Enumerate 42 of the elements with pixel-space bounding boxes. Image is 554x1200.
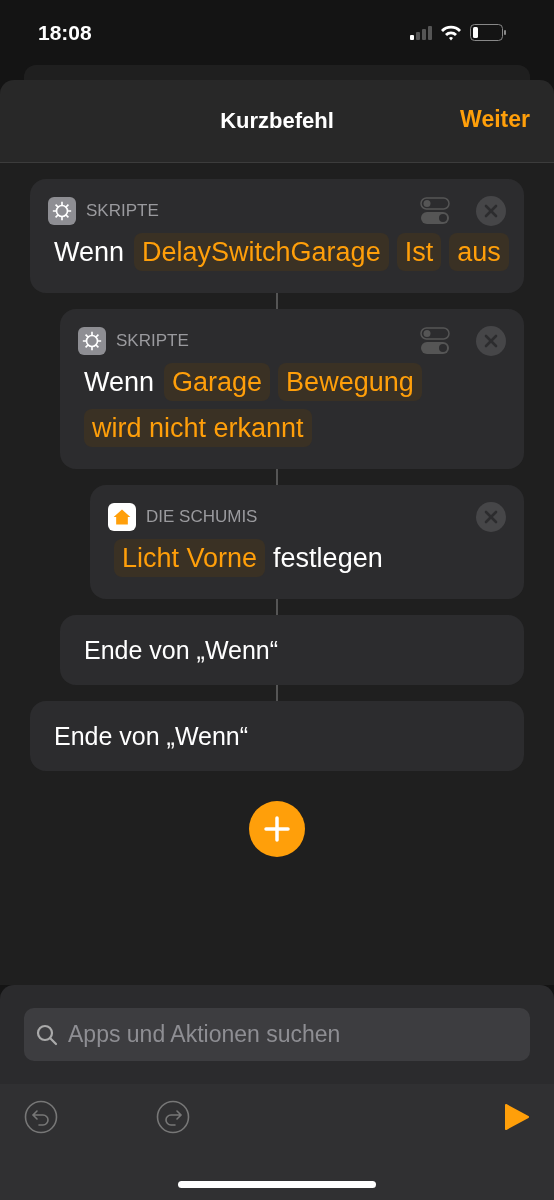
parameter-token[interactable]: Licht Vorne bbox=[114, 539, 266, 577]
redo-button[interactable] bbox=[156, 1100, 190, 1134]
close-button[interactable] bbox=[476, 502, 506, 532]
gear-icon bbox=[78, 327, 106, 355]
status-time: 18:08 bbox=[38, 20, 92, 45]
end-label: Ende von „Wenn“ bbox=[84, 635, 279, 665]
toggle-icon[interactable] bbox=[420, 326, 450, 356]
search-icon bbox=[35, 1023, 59, 1047]
house-icon bbox=[108, 503, 136, 531]
toggle-icon[interactable] bbox=[420, 196, 450, 226]
action-text: Wenn bbox=[54, 236, 125, 269]
wifi-icon bbox=[440, 24, 462, 41]
signal-icon bbox=[410, 25, 432, 40]
end-label: Ende von „Wenn“ bbox=[54, 721, 249, 751]
close-icon bbox=[484, 334, 498, 348]
close-button[interactable] bbox=[476, 196, 506, 226]
battery-icon bbox=[470, 24, 506, 41]
close-icon bbox=[484, 510, 498, 524]
search-field[interactable]: Apps und Aktionen suchen bbox=[24, 1008, 530, 1061]
close-icon bbox=[484, 204, 498, 218]
add-button[interactable] bbox=[249, 801, 305, 857]
next-button[interactable]: Weiter bbox=[460, 106, 530, 133]
action-text: Wenn bbox=[84, 366, 155, 399]
undo-icon bbox=[24, 1100, 58, 1134]
close-button[interactable] bbox=[476, 326, 506, 356]
play-icon bbox=[504, 1103, 530, 1131]
action-text: festlegen bbox=[273, 542, 383, 575]
app-name: SKRIPTE bbox=[86, 201, 160, 221]
app-name: SKRIPTE bbox=[116, 331, 190, 351]
parameter-token[interactable]: Garage bbox=[164, 363, 271, 401]
redo-icon bbox=[156, 1100, 190, 1134]
parameter-token[interactable]: wird nicht erkannt bbox=[84, 409, 312, 447]
parameter-token[interactable]: DelaySwitchGarage bbox=[134, 233, 389, 271]
parameter-token[interactable]: Ist bbox=[396, 233, 442, 271]
app-name: DIE SCHUMIS bbox=[146, 507, 259, 527]
parameter-token[interactable]: aus bbox=[449, 233, 509, 271]
parameter-token[interactable]: Bewegung bbox=[278, 363, 422, 401]
undo-button[interactable] bbox=[24, 1100, 58, 1134]
gear-icon bbox=[48, 197, 76, 225]
sheet-title: Kurzbefehl bbox=[220, 108, 334, 134]
plus-icon bbox=[264, 816, 290, 842]
play-button[interactable] bbox=[504, 1103, 530, 1131]
